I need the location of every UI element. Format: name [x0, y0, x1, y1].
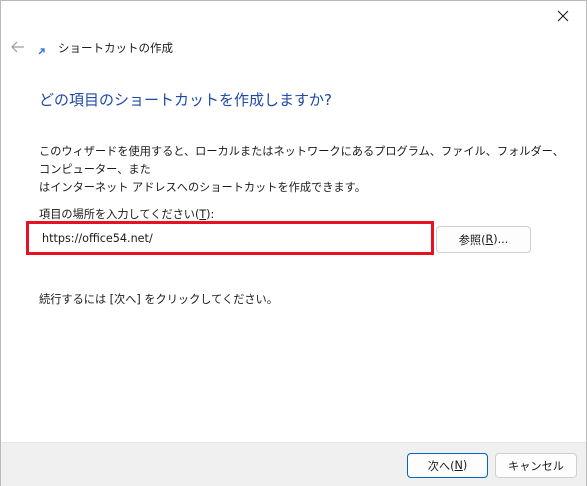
- location-input[interactable]: [32, 226, 428, 250]
- cancel-button[interactable]: キャンセル: [495, 453, 577, 478]
- access-key-r: R: [485, 233, 494, 246]
- location-field-label: 項目の場所を入力してください(T):: [39, 208, 215, 221]
- wizard-title: ショートカットの作成: [58, 41, 173, 55]
- close-button[interactable]: [540, 1, 586, 31]
- back-arrow-icon: [11, 41, 24, 53]
- wizard-header: ショートカットの作成: [1, 31, 586, 65]
- close-icon: [557, 10, 569, 22]
- shortcut-arrow-icon: [37, 47, 46, 56]
- back-button[interactable]: [7, 37, 29, 57]
- wizard-description: このウィザードを使用すると、ローカルまたはネットワークにあるプログラム、ファイル…: [39, 143, 574, 197]
- next-button[interactable]: 次へ(N): [407, 453, 488, 478]
- continue-hint: 続行するには [次へ] をクリックしてください。: [39, 293, 278, 306]
- browse-button[interactable]: 参照(R)...: [436, 226, 531, 253]
- button-bar: 次へ(N) キャンセル: [1, 442, 586, 486]
- create-shortcut-window: ショートカットの作成 どの項目のショートカットを作成しますか? このウィザードを…: [0, 0, 587, 486]
- description-line-2: はインターネット アドレスへのショートカットを作成できます。: [39, 181, 366, 194]
- description-line-1: このウィザードを使用すると、ローカルまたはネットワークにあるプログラム、ファイル…: [39, 145, 564, 176]
- page-heading: どの項目のショートカットを作成しますか?: [39, 91, 332, 109]
- access-key-n: N: [454, 459, 463, 472]
